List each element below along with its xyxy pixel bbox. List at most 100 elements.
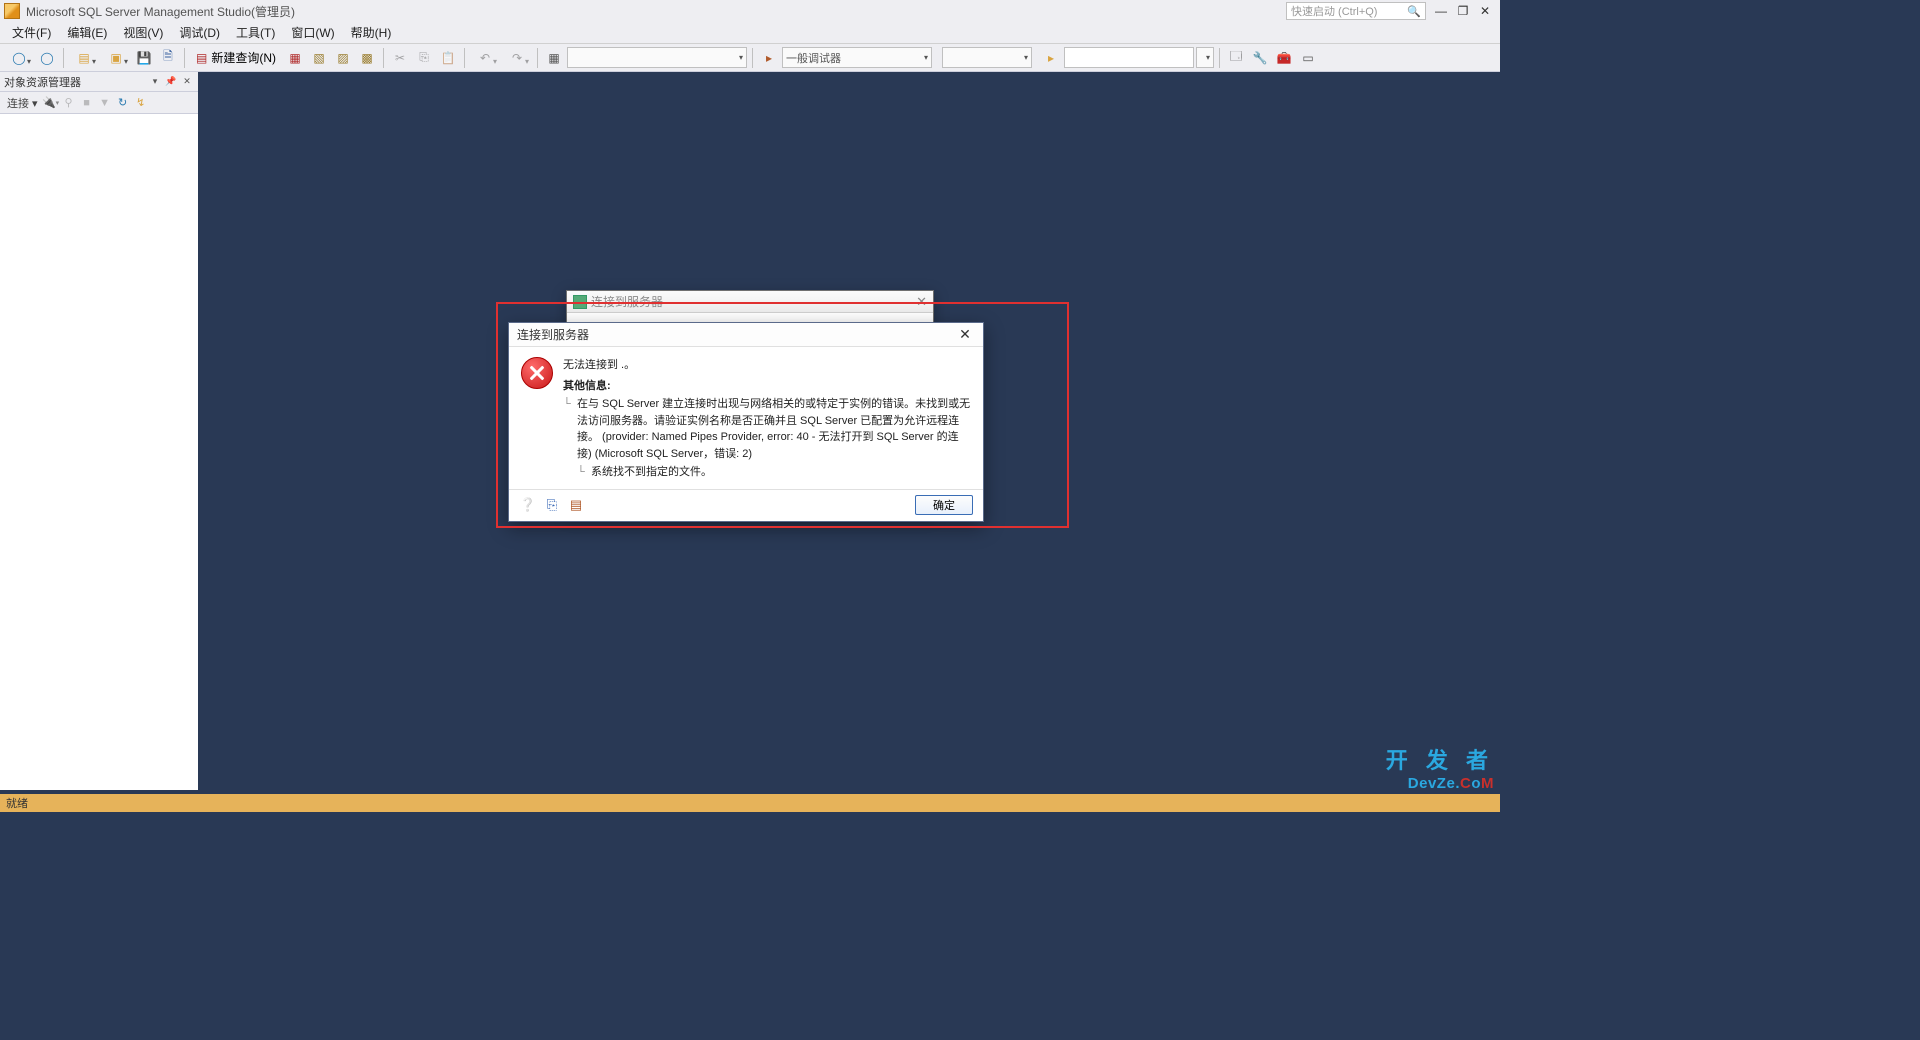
disconnect-icon[interactable]: ⚲ — [61, 95, 77, 111]
xml-icon: ▩ — [361, 51, 372, 65]
app-icon — [4, 3, 20, 19]
copy-button[interactable]: ⎘ — [413, 47, 435, 69]
menu-tools[interactable]: 工具(T) — [228, 22, 283, 43]
wrench-icon: 🔧 — [1253, 51, 1268, 65]
stackframe-field[interactable] — [1064, 47, 1194, 68]
quick-launch-input[interactable]: 快速启动 (Ctrl+Q) 🔍 — [1286, 2, 1426, 20]
tool-btn-1[interactable]: 🗔 — [1225, 47, 1247, 69]
titlebar: Microsoft SQL Server Management Studio(管… — [0, 0, 1500, 22]
process-icon: ▸ — [766, 51, 772, 65]
sync-icon[interactable]: ↯ — [133, 95, 149, 111]
toolbar-separator — [63, 48, 64, 68]
chevron-down-icon: ▾ — [1206, 53, 1210, 62]
menu-window[interactable]: 窗口(W) — [283, 22, 342, 43]
redo-icon: ↷ — [512, 51, 522, 65]
copy-message-icon[interactable]: ⎘ — [543, 496, 561, 514]
connect-dialog-close-button[interactable]: ✕ — [916, 294, 927, 310]
new-project-button[interactable]: ▤ — [69, 47, 99, 69]
chevron-down-icon: ▾ — [924, 53, 928, 62]
stackframe-button[interactable]: ▸ — [1040, 47, 1062, 69]
extra-combo[interactable]: ▾ — [1196, 47, 1214, 68]
close-button[interactable]: ✕ — [1474, 2, 1496, 20]
menu-view[interactable]: 视图(V) — [115, 22, 171, 43]
cut-button[interactable]: ✂ — [389, 47, 411, 69]
restore-button[interactable]: ❐ — [1452, 2, 1474, 20]
panel-close-button[interactable]: ✕ — [180, 75, 194, 89]
save-all-icon: 🗎 — [163, 47, 173, 68]
nav-back-button[interactable]: ◯ — [4, 47, 34, 69]
object-explorer-toolbar: 连接 ▾ 🔌▾ ⚲ ■ ▼ ↻ ↯ — [0, 92, 198, 114]
config-icon: ▦ — [548, 51, 559, 65]
minimize-button[interactable]: — — [1430, 2, 1452, 20]
tool-btn-2[interactable]: 🔧 — [1249, 47, 1271, 69]
thread-combo[interactable]: ▾ — [942, 47, 1032, 68]
window-icon: ▭ — [1302, 51, 1313, 65]
redo-button[interactable]: ↷ — [502, 47, 532, 69]
toolbar: ◯ ◯ ▤ ▣ 💾 🗎 ▤ 新建查询(N) ▦ ▧ ▨ ▩ ✂ ⎘ 📋 ↶ ↷ … — [0, 44, 1500, 72]
save-icon: 💾 — [137, 51, 152, 65]
menu-file[interactable]: 文件(F) — [4, 22, 59, 43]
panel-pin-button[interactable]: 📌 — [164, 75, 178, 89]
open-file-button[interactable]: ▣ — [101, 47, 131, 69]
error-dialog-bottom-bar: ❔ ⎘ ▤ 确定 — [509, 489, 983, 521]
circle-arrow-right-icon: ◯ — [40, 51, 53, 65]
ok-button[interactable]: 确定 — [915, 495, 973, 515]
error-dialog-titlebar[interactable]: 连接到服务器 ✕ — [509, 323, 983, 347]
help-icon[interactable]: ❔ — [519, 496, 537, 514]
undo-button[interactable]: ↶ — [470, 47, 500, 69]
toolbar-separator — [383, 48, 384, 68]
refresh-icon[interactable]: ↻ — [115, 95, 131, 111]
mdx-query-button[interactable]: ▧ — [308, 47, 330, 69]
menu-help[interactable]: 帮助(H) — [343, 22, 400, 43]
error-detail-1: 在与 SQL Server 建立连接时出现与网络相关的或特定于实例的错误。未找到… — [563, 396, 971, 462]
new-query-button[interactable]: ▤ 新建查询(N) — [190, 47, 282, 69]
nav-forward-button[interactable]: ◯ — [36, 47, 58, 69]
folder-open-icon: ▣ — [110, 51, 121, 65]
circle-arrow-left-icon: ◯ — [12, 51, 25, 65]
tool-btn-4[interactable]: ▭ — [1297, 47, 1319, 69]
activity-icon[interactable]: ▸ — [758, 47, 780, 69]
object-explorer-title-bar: 对象资源管理器 ▾ 📌 ✕ — [0, 72, 198, 92]
dmx-query-button[interactable]: ▨ — [332, 47, 354, 69]
filter-icon[interactable]: ▼ — [97, 95, 113, 111]
briefcase-icon: 🧰 — [1277, 51, 1292, 65]
sql-file-icon: ▤ — [196, 51, 207, 65]
app-title: Microsoft SQL Server Management Studio(管… — [26, 3, 1286, 20]
database-combo[interactable]: ▾ — [567, 47, 747, 68]
undo-icon: ↶ — [480, 51, 490, 65]
stop-icon[interactable]: ■ — [79, 95, 95, 111]
menu-edit[interactable]: 编辑(E) — [59, 22, 115, 43]
toolbar-separator — [464, 48, 465, 68]
panel-dropdown-button[interactable]: ▾ — [148, 75, 162, 89]
error-dialog-close-button[interactable]: ✕ — [955, 326, 975, 344]
debugger-combo[interactable]: 一般调试器 ▾ — [782, 47, 932, 68]
save-button[interactable]: 💾 — [133, 47, 155, 69]
tool-btn-3[interactable]: 🧰 — [1273, 47, 1295, 69]
solution-config-button[interactable]: ▦ — [543, 47, 565, 69]
error-dialog-content: 无法连接到 .。 其他信息: 在与 SQL Server 建立连接时出现与网络相… — [509, 347, 983, 489]
error-extra-label: 其他信息: — [563, 380, 611, 392]
mining-icon: ▨ — [337, 51, 348, 65]
object-explorer-title: 对象资源管理器 — [4, 74, 81, 90]
toolbar-separator — [184, 48, 185, 68]
connect-dropdown[interactable]: 连接 ▾ — [4, 95, 41, 111]
connect-plug-icon[interactable]: 🔌▾ — [43, 95, 59, 111]
save-all-button[interactable]: 🗎 — [157, 47, 179, 69]
menu-debug[interactable]: 调试(D) — [171, 22, 228, 43]
chevron-down-icon: ▾ — [739, 53, 743, 62]
error-dialog-title: 连接到服务器 — [517, 326, 589, 343]
xmla-query-button[interactable]: ▩ — [356, 47, 378, 69]
search-icon: 🔍 — [1407, 5, 1421, 18]
status-bar: 就绪 — [0, 794, 1500, 812]
menubar: 文件(F) 编辑(E) 视图(V) 调试(D) 工具(T) 窗口(W) 帮助(H… — [0, 22, 1500, 44]
main-area: 对象资源管理器 ▾ 📌 ✕ 连接 ▾ 🔌▾ ⚲ ■ ▼ ↻ ↯ 连接到服务器 ✕… — [0, 72, 1500, 794]
error-icon — [521, 357, 553, 389]
stackframe-icon: ▸ — [1048, 51, 1054, 65]
new-file-icon: ▤ — [78, 51, 89, 65]
show-details-icon[interactable]: ▤ — [567, 496, 585, 514]
db-engine-query-button[interactable]: ▦ — [284, 47, 306, 69]
paste-button[interactable]: 📋 — [437, 47, 459, 69]
object-explorer-tree[interactable] — [0, 114, 198, 790]
status-text: 就绪 — [6, 795, 28, 811]
connect-dialog-titlebar[interactable]: 连接到服务器 ✕ — [567, 291, 933, 313]
